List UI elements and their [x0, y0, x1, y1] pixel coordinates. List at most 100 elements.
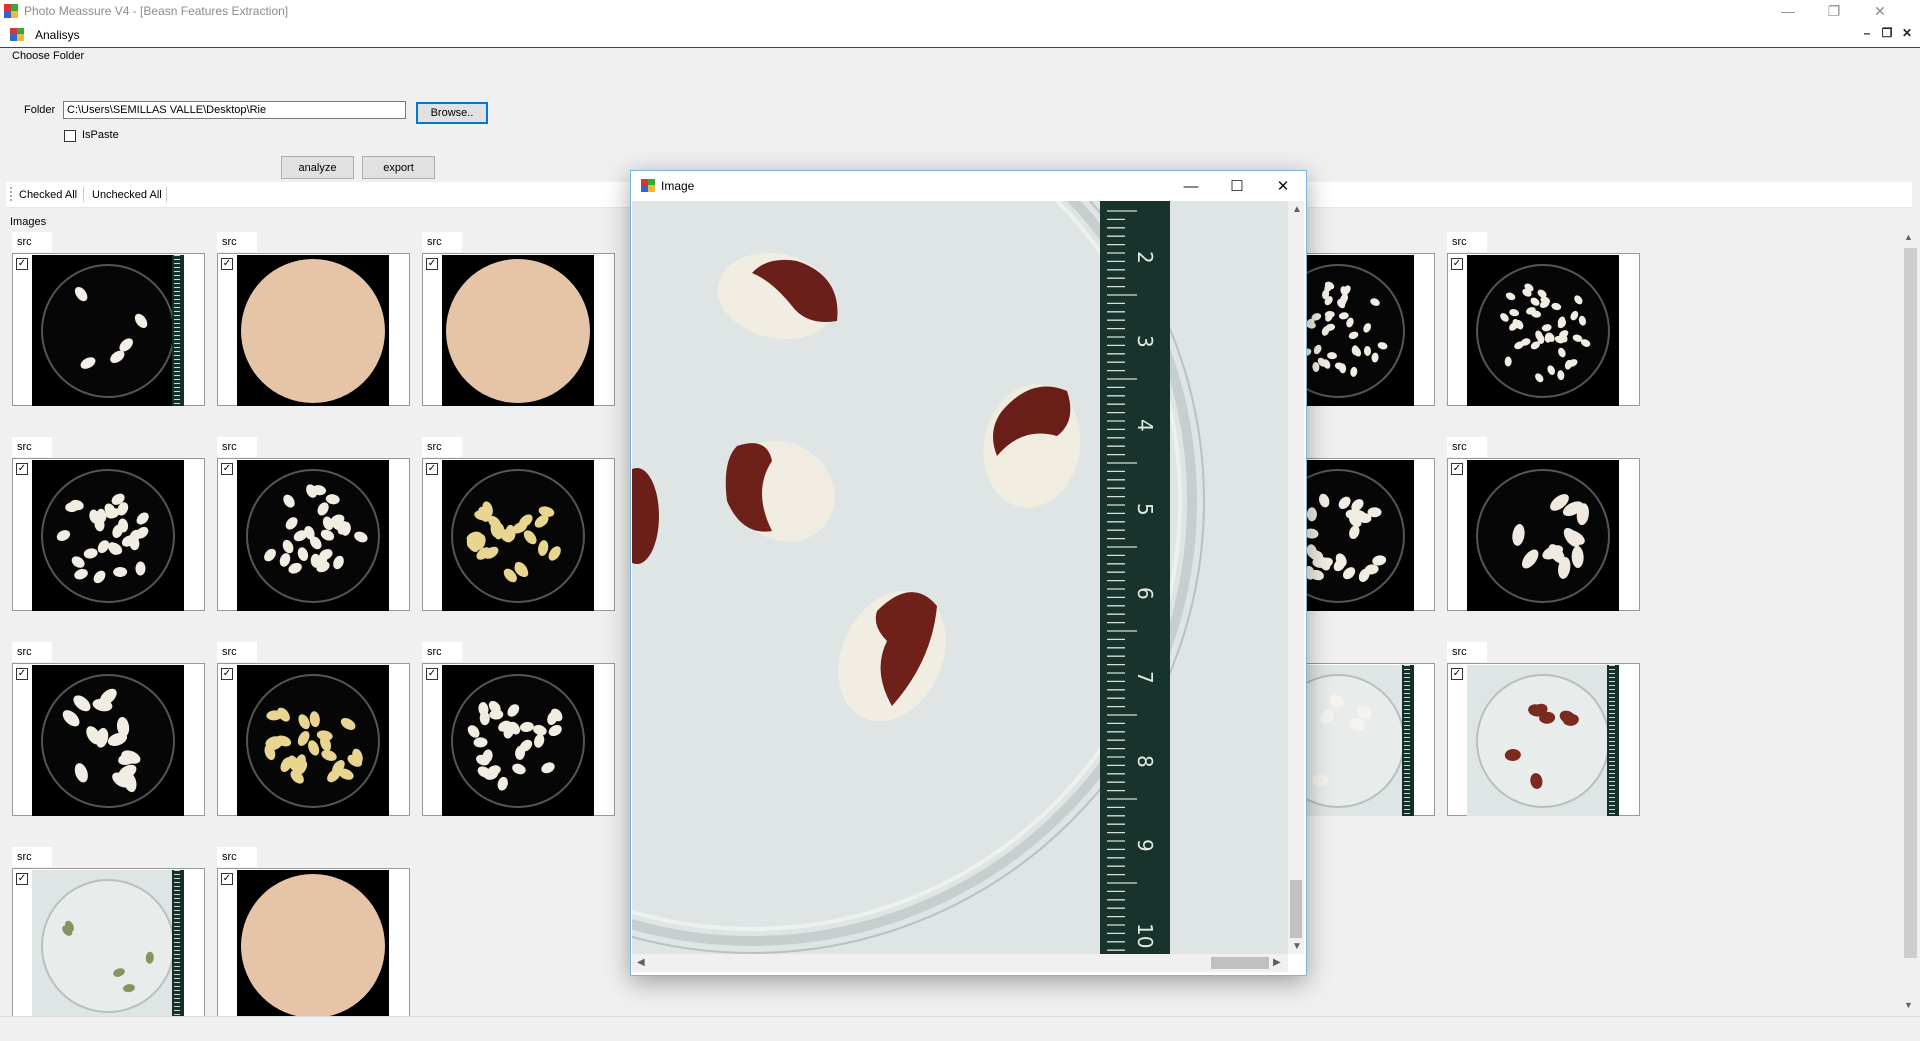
thumbnail-image[interactable]	[442, 665, 594, 816]
minimize-button[interactable]: —	[1765, 0, 1811, 22]
thumbnail-src-tab[interactable]: src	[12, 437, 52, 457]
thumbnail-checkbox[interactable]: ✓	[221, 463, 233, 475]
checked-all-button[interactable]: Checked All	[19, 189, 77, 201]
child-close-button[interactable]: ✕	[1900, 26, 1914, 40]
thumbnail-src-tab[interactable]: src	[422, 232, 462, 252]
thumbnail-image[interactable]	[237, 460, 389, 611]
thumbnail-frame[interactable]: ✓	[217, 458, 410, 611]
image-vertical-scroll-thumb[interactable]	[1290, 880, 1302, 938]
status-bar	[0, 1016, 1920, 1041]
thumbnail-checkbox[interactable]: ✓	[16, 258, 28, 270]
thumbnail-frame[interactable]: ✓	[217, 253, 410, 406]
ispaste-label: IsPaste	[82, 129, 119, 141]
thumbnail-cell: src ✓	[217, 232, 412, 412]
main-scroll-thumb[interactable]	[1904, 248, 1917, 958]
scroll-down-arrow-icon[interactable]: ▼	[1904, 1000, 1913, 1010]
scroll-up-arrow-icon[interactable]: ▲	[1904, 232, 1913, 242]
thumbnail-frame[interactable]: ✓	[12, 663, 205, 816]
thumbnail-src-tab[interactable]: src	[217, 847, 257, 867]
image-close-button[interactable]: ✕	[1260, 171, 1306, 201]
thumbnail-ruler	[172, 870, 184, 1021]
thumbnail-image[interactable]	[32, 665, 184, 816]
thumbnail-image[interactable]	[237, 870, 389, 1021]
thumbnail-image[interactable]	[237, 665, 389, 816]
thumbnail-frame[interactable]: ✓	[422, 253, 615, 406]
thumbnail-frame[interactable]: ✓	[1447, 253, 1640, 406]
thumbnail-image[interactable]	[442, 255, 594, 406]
thumbnail-src-tab[interactable]: src	[12, 847, 52, 867]
thumbnail-src-tab[interactable]: src	[1447, 437, 1487, 457]
image-scroll-up-icon[interactable]: ▲	[1292, 204, 1302, 215]
thumbnail-checkbox[interactable]: ✓	[426, 668, 438, 680]
thumbnail-image[interactable]	[237, 255, 389, 406]
thumbnail-cell: src ✓	[12, 232, 207, 412]
image-window: Image — ☐ ✕ 2 3 4 5 6 7 8 9 10 ▲ ▼ ◀ ▶	[630, 170, 1307, 976]
image-maximize-button[interactable]: ☐	[1214, 171, 1260, 201]
thumbnail-frame[interactable]: ✓	[12, 458, 205, 611]
ruler-number: 3	[1133, 335, 1157, 348]
thumbnail-checkbox[interactable]: ✓	[1451, 668, 1463, 680]
unchecked-all-button[interactable]: Unchecked All	[92, 189, 162, 201]
thumbnail-src-tab[interactable]: src	[217, 437, 257, 457]
thumbnail-frame[interactable]: ✓	[422, 663, 615, 816]
thumbnail-src-tab[interactable]: src	[422, 437, 462, 457]
thumbnail-ruler	[1402, 665, 1414, 816]
export-button[interactable]: export	[362, 156, 435, 179]
child-minimize-button[interactable]: –	[1860, 26, 1874, 40]
browse-button[interactable]: Browse..	[416, 102, 488, 124]
image-window-title: Image	[661, 179, 695, 193]
image-vertical-scrollbar[interactable]	[1288, 201, 1304, 954]
thumbnail-checkbox[interactable]: ✓	[16, 463, 28, 475]
maximize-button[interactable]: ❐	[1811, 0, 1857, 22]
thumbnail-image[interactable]	[32, 870, 184, 1021]
thumbnail-checkbox[interactable]: ✓	[16, 668, 28, 680]
close-button[interactable]: ✕	[1857, 0, 1903, 22]
image-minimize-button[interactable]: —	[1168, 171, 1214, 201]
thumbnail-frame[interactable]: ✓	[217, 868, 410, 1021]
toolstrip-grip[interactable]	[10, 187, 14, 201]
thumbnail-image[interactable]	[442, 460, 594, 611]
thumbnail-image[interactable]	[1467, 460, 1619, 611]
analyze-button[interactable]: analyze	[281, 156, 354, 179]
thumbnail-image[interactable]	[1467, 255, 1619, 406]
thumbnail-frame[interactable]: ✓	[422, 458, 615, 611]
thumbnail-frame[interactable]: ✓	[12, 253, 205, 406]
thumbnail-checkbox[interactable]: ✓	[16, 873, 28, 885]
child-restore-button[interactable]: ❐	[1880, 26, 1894, 40]
thumbnail-frame[interactable]: ✓	[1447, 458, 1640, 611]
thumbnail-frame[interactable]: ✓	[217, 663, 410, 816]
thumbnail-src-tab[interactable]: src	[1447, 642, 1487, 662]
ruler-number: 10	[1133, 923, 1157, 948]
image-scroll-right-icon[interactable]: ▶	[1273, 957, 1281, 968]
thumbnail-src-tab[interactable]: src	[217, 642, 257, 662]
thumbnail-src-tab[interactable]: src	[12, 232, 52, 252]
thumbnail-frame[interactable]: ✓	[12, 868, 205, 1021]
thumbnail-checkbox[interactable]: ✓	[221, 668, 233, 680]
image-horizontal-scroll-thumb[interactable]	[1211, 957, 1269, 969]
thumbnail-checkbox[interactable]: ✓	[221, 258, 233, 270]
thumbnail-src-tab[interactable]: src	[217, 232, 257, 252]
toolstrip-separator	[166, 187, 167, 202]
image-scroll-down-icon[interactable]: ▼	[1292, 941, 1302, 952]
folder-path-input[interactable]	[63, 101, 406, 119]
thumbnail-checkbox[interactable]: ✓	[1451, 258, 1463, 270]
window-title: Photo Meassure V4 - [Beasn Features Extr…	[24, 4, 289, 18]
thumbnail-checkbox[interactable]: ✓	[1451, 463, 1463, 475]
ruler-number: 7	[1133, 671, 1157, 684]
thumbnail-image[interactable]	[32, 460, 184, 611]
image-window-icon	[641, 179, 655, 192]
image-viewer[interactable]: 2 3 4 5 6 7 8 9 10	[632, 201, 1288, 954]
thumbnail-src-tab[interactable]: src	[1447, 232, 1487, 252]
thumbnail-src-tab[interactable]: src	[12, 642, 52, 662]
image-horizontal-scrollbar[interactable]	[632, 954, 1288, 972]
thumbnail-checkbox[interactable]: ✓	[221, 873, 233, 885]
ruler-number: 8	[1133, 755, 1157, 768]
thumbnail-checkbox[interactable]: ✓	[426, 463, 438, 475]
ispaste-checkbox[interactable]	[64, 130, 76, 142]
thumbnail-checkbox[interactable]: ✓	[426, 258, 438, 270]
thumbnail-image[interactable]	[32, 255, 184, 406]
thumbnail-frame[interactable]: ✓	[1447, 663, 1640, 816]
image-scroll-left-icon[interactable]: ◀	[637, 957, 645, 968]
thumbnail-image[interactable]	[1467, 665, 1619, 816]
thumbnail-src-tab[interactable]: src	[422, 642, 462, 662]
